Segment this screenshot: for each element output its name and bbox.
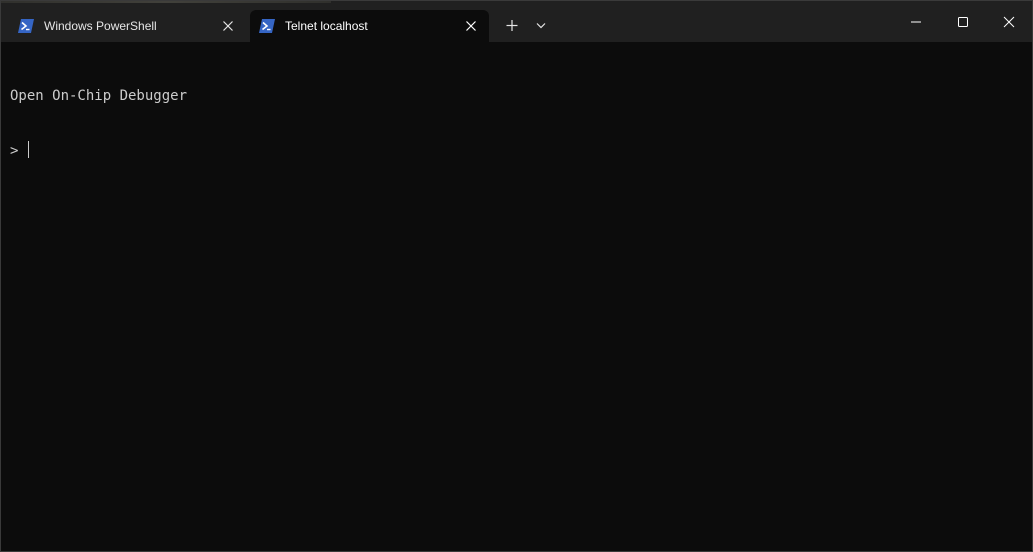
maximize-button[interactable] xyxy=(940,1,986,42)
close-icon xyxy=(1003,16,1015,28)
plus-icon xyxy=(506,20,518,31)
background-strip xyxy=(1,1,331,3)
prompt: > xyxy=(10,143,27,159)
tab-telnet-localhost[interactable]: Telnet localhost xyxy=(250,10,489,42)
prompt-line[interactable]: > xyxy=(10,141,1032,159)
chevron-down-icon xyxy=(536,23,546,29)
title-bar[interactable]: Windows PowerShell Telnet localhost xyxy=(1,1,1032,42)
tab-dropdown-button[interactable] xyxy=(529,13,553,39)
tab-windows-powershell[interactable]: Windows PowerShell xyxy=(9,10,249,42)
close-icon[interactable] xyxy=(220,18,236,34)
tab-title: Windows PowerShell xyxy=(44,19,157,33)
close-window-button[interactable] xyxy=(986,1,1032,42)
minimize-button[interactable] xyxy=(893,1,939,42)
text-cursor xyxy=(27,141,29,158)
minimize-icon xyxy=(911,21,921,23)
maximize-icon xyxy=(958,17,968,27)
terminal-window: Windows PowerShell Telnet localhost Open… xyxy=(0,0,1033,552)
tab-title: Telnet localhost xyxy=(285,19,368,33)
terminal-line: Open On-Chip Debugger xyxy=(10,88,188,104)
terminal-output[interactable]: Open On-Chip Debugger > xyxy=(1,42,1032,551)
powershell-icon xyxy=(259,19,275,33)
powershell-icon xyxy=(18,19,34,33)
new-tab-button[interactable] xyxy=(499,13,525,39)
close-icon[interactable] xyxy=(463,18,479,34)
